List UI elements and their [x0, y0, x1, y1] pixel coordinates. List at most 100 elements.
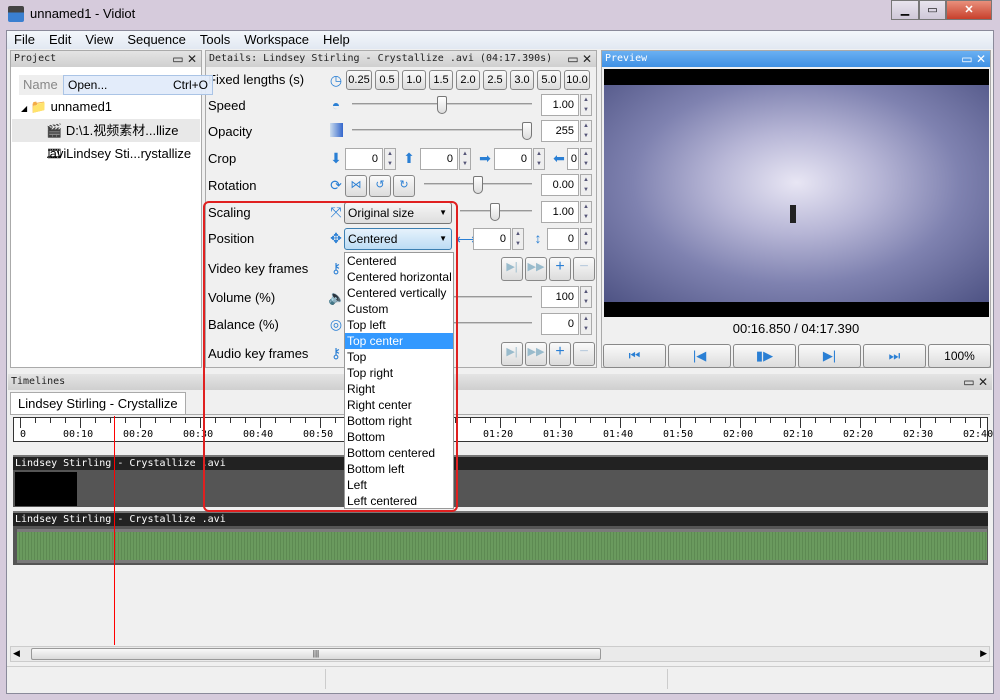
fixed-length-button[interactable]: 1.0 — [402, 70, 426, 90]
dropdown-option[interactable]: Centered — [345, 253, 453, 269]
dropdown-option[interactable]: Top — [345, 349, 453, 365]
go-to-start-button[interactable]: ⏮ — [603, 344, 666, 368]
play-button[interactable]: ▮▶ — [733, 344, 796, 368]
crop-right-input[interactable]: 0 — [567, 148, 579, 170]
scaling-spinner[interactable]: ▲ ▼ — [580, 201, 592, 223]
close-button[interactable]: ✕ — [946, 0, 992, 20]
dropdown-option[interactable]: Bottom right — [345, 413, 453, 429]
dropdown-option[interactable]: Top center — [345, 333, 453, 349]
crop-top-input[interactable]: 0 — [345, 148, 383, 170]
position-y-spinner[interactable]: ▲ ▼ — [580, 228, 592, 250]
rotate-right-button[interactable]: ↻ — [393, 175, 415, 197]
volume-spinner[interactable]: ▲ ▼ — [580, 286, 592, 308]
next-keyframe-button[interactable]: ▶| — [501, 257, 523, 281]
position-x-spinner[interactable]: ▲ ▼ — [512, 228, 524, 250]
menu-edit[interactable]: Edit — [42, 31, 78, 49]
playhead-cursor[interactable] — [114, 416, 115, 645]
dropdown-option[interactable]: Top right — [345, 365, 453, 381]
position-y-input[interactable]: 0 — [547, 228, 579, 250]
scaling-slider-thumb[interactable] — [490, 203, 500, 221]
menu-view[interactable]: View — [78, 31, 120, 49]
dropdown-option[interactable]: Centered horizontal — [345, 269, 453, 285]
go-to-end-button[interactable]: ⏭ — [863, 344, 926, 368]
fixed-length-button[interactable]: 2.0 — [456, 70, 480, 90]
dropdown-option[interactable]: Bottom left — [345, 461, 453, 477]
add-keyframe-button[interactable]: + — [549, 257, 571, 281]
scaling-input[interactable]: 1.00 — [541, 201, 579, 223]
menu-sequence[interactable]: Sequence — [120, 31, 193, 49]
fixed-length-button[interactable]: 5.0 — [537, 70, 561, 90]
rotation-slider-thumb[interactable] — [473, 176, 483, 194]
dropdown-option[interactable]: Top left — [345, 317, 453, 333]
scrollbar-thumb[interactable]: ||| — [31, 648, 601, 660]
speed-spinner[interactable]: ▲ ▼ — [580, 94, 592, 116]
remove-keyframe-button[interactable]: − — [573, 257, 595, 281]
last-keyframe-button[interactable]: ▶▶ — [525, 257, 547, 281]
tree-item[interactable]: 🎬 D:\1.视频素材...llize .avi — [12, 119, 200, 161]
opacity-input[interactable]: 255 — [541, 120, 579, 142]
panel-controls[interactable]: ▭ ✕ — [963, 374, 988, 390]
dropdown-option[interactable]: Centered vertically — [345, 285, 453, 301]
position-x-input[interactable]: 0 — [473, 228, 511, 250]
menu-workspace[interactable]: Workspace — [237, 31, 316, 49]
next-frame-button[interactable]: ▶| — [798, 344, 861, 368]
opacity-spinner[interactable]: ▲ ▼ — [580, 120, 592, 142]
previous-frame-button[interactable]: |◀ — [668, 344, 731, 368]
zoom-button[interactable]: 100% — [928, 344, 991, 368]
dropdown-option[interactable]: Left — [345, 477, 453, 493]
tree-item[interactable]: ◢ 📁 unnamed1 — [21, 99, 112, 115]
balance-input[interactable]: 0 — [541, 313, 579, 335]
panel-controls[interactable]: ▭ ✕ — [172, 51, 197, 67]
timeline-tab[interactable]: Lindsey Stirling - Crystallize — [10, 392, 186, 415]
add-audio-keyframe-button[interactable]: + — [549, 342, 571, 366]
minimize-button[interactable]: ▁ — [891, 0, 919, 20]
menu-help[interactable]: Help — [316, 31, 357, 49]
fixed-length-button[interactable]: 10.0 — [564, 70, 590, 90]
menu-file[interactable]: File — [7, 31, 42, 49]
dropdown-option[interactable]: Right — [345, 381, 453, 397]
crop-bottom-spinner[interactable]: ▲ ▼ — [459, 148, 471, 170]
position-dropdown[interactable]: Centered ▼ — [344, 228, 452, 250]
dropdown-option[interactable]: Custom — [345, 301, 453, 317]
maximize-button[interactable]: ▭ — [919, 0, 946, 20]
volume-slider[interactable] — [454, 296, 532, 298]
fixed-length-button[interactable]: 0.5 — [375, 70, 399, 90]
scaling-dropdown[interactable]: Original size ▼ — [344, 202, 452, 224]
dropdown-option[interactable]: Left centered — [345, 493, 453, 509]
mirror-button[interactable]: ⋈ — [345, 175, 367, 197]
horizontal-scrollbar[interactable]: ◀ ||| ▶ — [10, 646, 990, 662]
panel-controls[interactable]: ▭ ✕ — [961, 51, 986, 67]
context-menu-open[interactable]: Open... Ctrl+O — [63, 75, 213, 95]
rotation-input[interactable]: 0.00 — [541, 174, 579, 196]
dropdown-option[interactable]: Bottom — [345, 429, 453, 445]
fixed-length-button[interactable]: 2.5 — [483, 70, 507, 90]
opacity-slider[interactable] — [352, 129, 532, 131]
last-audio-keyframe-button[interactable]: ▶▶ — [525, 342, 547, 366]
rotate-left-button[interactable]: ↺ — [369, 175, 391, 197]
crop-right-spinner[interactable]: ▲ ▼ — [580, 148, 592, 170]
balance-spinner[interactable]: ▲ ▼ — [580, 313, 592, 335]
crop-left-spinner[interactable]: ▲ ▼ — [533, 148, 545, 170]
ruler-tick — [260, 418, 261, 428]
remove-audio-keyframe-button[interactable]: − — [573, 342, 595, 366]
crop-top-spinner[interactable]: ▲ ▼ — [384, 148, 396, 170]
tree-item[interactable]: 🎞 Lindsey Sti...rystallize — [12, 142, 200, 165]
dropdown-option[interactable]: Right center — [345, 397, 453, 413]
fixed-length-button[interactable]: 0.25 — [346, 70, 372, 90]
speed-input[interactable]: 1.00 — [541, 94, 579, 116]
ruler-tick — [935, 418, 936, 423]
opacity-slider-thumb[interactable] — [522, 122, 532, 140]
next-audio-keyframe-button[interactable]: ▶| — [501, 342, 523, 366]
rotation-spinner[interactable]: ▲ ▼ — [580, 174, 592, 196]
crop-left-input[interactable]: 0 — [494, 148, 532, 170]
menu-tools[interactable]: Tools — [193, 31, 237, 49]
time-ruler[interactable]: 000:1000:2000:3000:4000:5001:0001:1001:2… — [13, 417, 993, 442]
panel-controls[interactable]: ▭ ✕ — [567, 51, 592, 67]
fixed-length-button[interactable]: 3.0 — [510, 70, 534, 90]
volume-input[interactable]: 100 — [541, 286, 579, 308]
speed-slider-thumb[interactable] — [437, 96, 447, 114]
crop-bottom-input[interactable]: 0 — [420, 148, 458, 170]
fixed-length-button[interactable]: 1.5 — [429, 70, 453, 90]
dropdown-option[interactable]: Bottom centered — [345, 445, 453, 461]
balance-slider[interactable] — [454, 322, 532, 324]
